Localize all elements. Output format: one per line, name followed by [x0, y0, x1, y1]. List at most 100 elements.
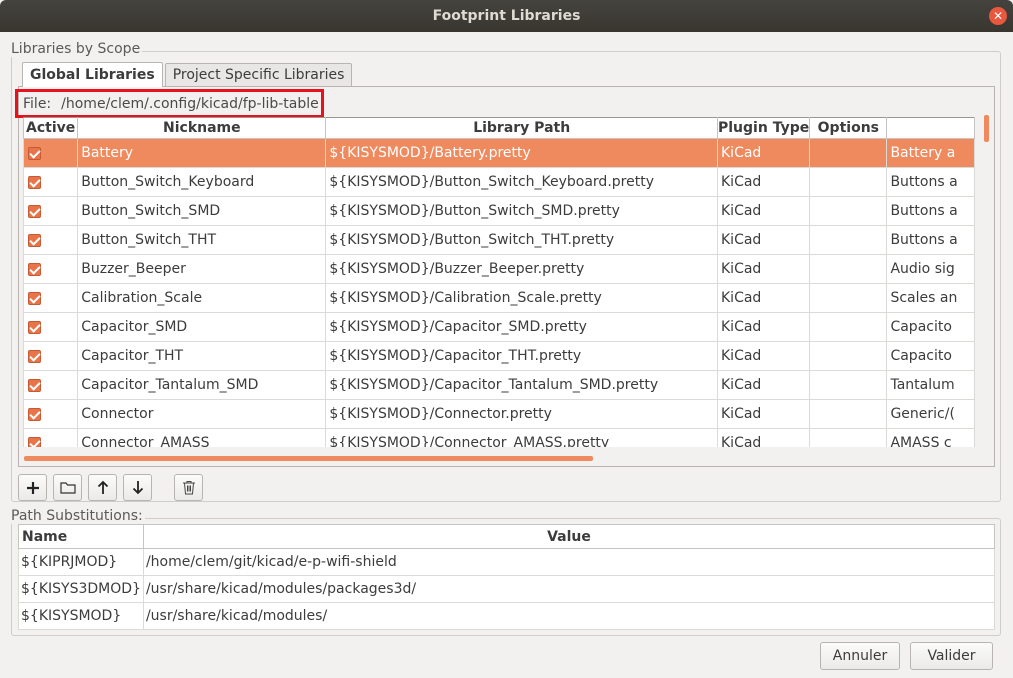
- table-row[interactable]: ${KISYSMOD} /usr/share/kicad/modules/: [18, 602, 996, 630]
- active-checkbox[interactable]: [28, 407, 41, 421]
- nickname-cell[interactable]: Capacitor_THT: [77, 341, 327, 371]
- active-cell[interactable]: [23, 428, 79, 447]
- options-cell[interactable]: [809, 196, 888, 226]
- plugin-cell[interactable]: KiCad: [716, 196, 811, 226]
- table-row[interactable]: Button_Switch_Keyboard ${KISYSMOD}/Butto…: [23, 167, 975, 197]
- substitution-name-cell[interactable]: ${KIPRJMOD}: [18, 548, 144, 576]
- path-cell[interactable]: ${KISYSMOD}/Connector_AMASS.pretty: [325, 428, 718, 447]
- active-cell[interactable]: [23, 312, 79, 342]
- active-checkbox[interactable]: [28, 291, 41, 305]
- column-header-nickname[interactable]: Nickname: [77, 117, 327, 139]
- plugin-cell[interactable]: KiCad: [716, 254, 811, 284]
- plugin-cell[interactable]: KiCad: [716, 225, 811, 255]
- path-cell[interactable]: ${KISYSMOD}/Battery.pretty: [325, 138, 718, 168]
- tab-project-specific-libraries[interactable]: Project Specific Libraries: [164, 63, 353, 86]
- path-cell[interactable]: ${KISYSMOD}/Buzzer_Beeper.pretty: [325, 254, 718, 284]
- plugin-cell[interactable]: KiCad: [716, 138, 811, 168]
- table-row[interactable]: ${KIPRJMOD} /home/clem/git/kicad/e-p-wif…: [18, 548, 996, 576]
- nickname-cell[interactable]: Calibration_Scale: [77, 283, 327, 313]
- close-icon[interactable]: ✕: [989, 7, 1007, 25]
- description-cell[interactable]: Buttons a: [886, 196, 975, 226]
- options-cell[interactable]: [809, 225, 888, 255]
- substitution-name-cell[interactable]: ${KISYS3DMOD}: [18, 575, 144, 603]
- column-header-active[interactable]: Active: [23, 117, 79, 139]
- path-cell[interactable]: ${KISYSMOD}/Capacitor_SMD.pretty: [325, 312, 718, 342]
- description-cell[interactable]: AMASS c: [886, 428, 975, 447]
- description-cell[interactable]: Battery a: [886, 138, 975, 168]
- options-cell[interactable]: [809, 370, 888, 400]
- cancel-button[interactable]: Annuler: [820, 642, 900, 670]
- options-cell[interactable]: [809, 341, 888, 371]
- ok-button[interactable]: Valider: [910, 642, 993, 670]
- active-cell[interactable]: [23, 341, 79, 371]
- nickname-cell[interactable]: Button_Switch_THT: [77, 225, 327, 255]
- description-cell[interactable]: Tantalum: [886, 370, 975, 400]
- description-cell[interactable]: Capacito: [886, 312, 975, 342]
- plugin-cell[interactable]: KiCad: [716, 283, 811, 313]
- table-row[interactable]: Battery ${KISYSMOD}/Battery.pretty KiCad…: [23, 138, 975, 168]
- active-checkbox[interactable]: [28, 262, 41, 276]
- plugin-cell[interactable]: KiCad: [716, 312, 811, 342]
- description-cell[interactable]: Buttons a: [886, 225, 975, 255]
- table-row[interactable]: ${KISYS3DMOD} /usr/share/kicad/modules/p…: [18, 575, 996, 603]
- path-cell[interactable]: ${KISYSMOD}/Button_Switch_Keyboard.prett…: [325, 167, 718, 197]
- active-checkbox[interactable]: [28, 320, 41, 334]
- add-library-button[interactable]: [18, 474, 47, 501]
- active-cell[interactable]: [23, 283, 79, 313]
- active-cell[interactable]: [23, 138, 79, 168]
- nickname-cell[interactable]: Button_Switch_Keyboard: [77, 167, 327, 197]
- options-cell[interactable]: [809, 167, 888, 197]
- active-cell[interactable]: [23, 399, 79, 429]
- table-row[interactable]: Capacitor_SMD ${KISYSMOD}/Capacitor_SMD.…: [23, 312, 975, 342]
- plugin-cell[interactable]: KiCad: [716, 428, 811, 447]
- active-cell[interactable]: [23, 167, 79, 197]
- plugin-cell[interactable]: KiCad: [716, 370, 811, 400]
- active-checkbox[interactable]: [28, 378, 41, 392]
- substitution-value-cell[interactable]: /home/clem/git/kicad/e-p-wifi-shield: [142, 548, 996, 576]
- options-cell[interactable]: [809, 138, 888, 168]
- description-cell[interactable]: Audio sig: [886, 254, 975, 284]
- active-cell[interactable]: [23, 196, 79, 226]
- table-row[interactable]: Button_Switch_THT ${KISYSMOD}/Button_Swi…: [23, 225, 975, 255]
- path-cell[interactable]: ${KISYSMOD}/Capacitor_THT.pretty: [325, 341, 718, 371]
- substitution-value-cell[interactable]: /usr/share/kicad/modules/: [142, 602, 996, 630]
- nickname-cell[interactable]: Capacitor_SMD: [77, 312, 327, 342]
- plugin-cell[interactable]: KiCad: [716, 399, 811, 429]
- options-cell[interactable]: [809, 312, 888, 342]
- path-cell[interactable]: ${KISYSMOD}/Button_Switch_SMD.pretty: [325, 196, 718, 226]
- active-checkbox[interactable]: [28, 204, 41, 218]
- active-checkbox[interactable]: [28, 436, 41, 447]
- active-checkbox[interactable]: [28, 146, 41, 160]
- nickname-cell[interactable]: Connector_AMASS: [77, 428, 327, 447]
- column-header-library-path[interactable]: Library Path: [325, 117, 718, 139]
- nickname-cell[interactable]: Buzzer_Beeper: [77, 254, 327, 284]
- options-cell[interactable]: [809, 254, 888, 284]
- path-cell[interactable]: ${KISYSMOD}/Button_Switch_THT.pretty: [325, 225, 718, 255]
- nickname-cell[interactable]: Battery: [77, 138, 327, 168]
- active-cell[interactable]: [23, 370, 79, 400]
- browse-library-button[interactable]: [53, 474, 82, 501]
- column-header-description[interactable]: [886, 117, 975, 139]
- options-cell[interactable]: [809, 399, 888, 429]
- description-cell[interactable]: Scales an: [886, 283, 975, 313]
- description-cell[interactable]: Generic/(: [886, 399, 975, 429]
- path-cell[interactable]: ${KISYSMOD}/Capacitor_Tantalum_SMD.prett…: [325, 370, 718, 400]
- active-checkbox[interactable]: [28, 175, 41, 189]
- vertical-scrollbar[interactable]: [984, 115, 989, 142]
- table-row[interactable]: Capacitor_Tantalum_SMD ${KISYSMOD}/Capac…: [23, 370, 975, 400]
- nickname-cell[interactable]: Connector: [77, 399, 327, 429]
- column-header-options[interactable]: Options: [809, 117, 888, 139]
- delete-library-button[interactable]: [174, 474, 203, 501]
- nickname-cell[interactable]: Capacitor_Tantalum_SMD: [77, 370, 327, 400]
- tab-global-libraries[interactable]: Global Libraries: [22, 62, 163, 87]
- table-row[interactable]: Capacitor_THT ${KISYSMOD}/Capacitor_THT.…: [23, 341, 975, 371]
- table-row[interactable]: Calibration_Scale ${KISYSMOD}/Calibratio…: [23, 283, 975, 313]
- table-row[interactable]: Connector ${KISYSMOD}/Connector.pretty K…: [23, 399, 975, 429]
- move-up-button[interactable]: [88, 474, 117, 501]
- description-cell[interactable]: Buttons a: [886, 167, 975, 197]
- active-cell[interactable]: [23, 254, 79, 284]
- active-checkbox[interactable]: [28, 233, 41, 247]
- options-cell[interactable]: [809, 428, 888, 447]
- nickname-cell[interactable]: Button_Switch_SMD: [77, 196, 327, 226]
- active-checkbox[interactable]: [28, 349, 41, 363]
